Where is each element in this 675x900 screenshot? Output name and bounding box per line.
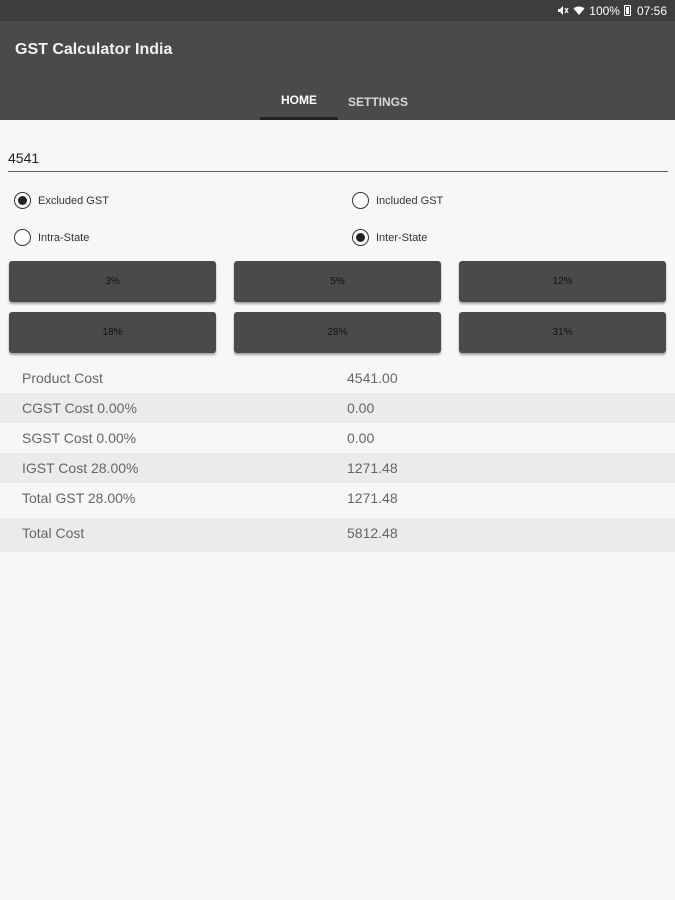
- result-value: 1271.48: [347, 460, 398, 476]
- result-label: IGST Cost 28.00%: [22, 460, 139, 476]
- rate-button-12[interactable]: 12%: [459, 261, 666, 302]
- results-table: Product Cost 4541.00 CGST Cost 0.00% 0.0…: [0, 363, 675, 552]
- result-value: 4541.00: [347, 370, 398, 386]
- result-row-cgst: CGST Cost 0.00% 0.00: [0, 393, 675, 423]
- result-value: 0.00: [347, 400, 375, 416]
- inter-state-option[interactable]: Inter-State: [352, 229, 427, 246]
- result-label: SGST Cost 0.00%: [22, 430, 137, 446]
- result-row-product-cost: Product Cost 4541.00: [0, 363, 675, 393]
- tab-home[interactable]: HOME: [260, 83, 338, 120]
- app-title: GST Calculator India: [15, 41, 173, 58]
- intra-state-radio[interactable]: [14, 229, 31, 246]
- included-gst-option[interactable]: Included GST: [352, 192, 443, 209]
- result-row-total-gst: Total GST 28.00% 1271.48: [0, 483, 675, 513]
- result-row-sgst: SGST Cost 0.00% 0.00: [0, 423, 675, 453]
- result-row-igst: IGST Cost 28.00% 1271.48: [0, 453, 675, 483]
- home-content: Excluded GST Included GST Intra-State In…: [0, 120, 675, 900]
- result-label: Total GST 28.00%: [22, 490, 136, 506]
- rate-button-3[interactable]: 3%: [9, 261, 216, 302]
- result-value: 5812.48: [347, 525, 398, 541]
- excluded-gst-radio[interactable]: [14, 192, 31, 209]
- rate-button-5[interactable]: 5%: [234, 261, 441, 302]
- result-label: Total Cost: [22, 525, 85, 541]
- inter-state-radio[interactable]: [352, 229, 369, 246]
- status-bar: 100% 07:56: [0, 0, 675, 21]
- app-bar: GST Calculator India HOME SETTINGS: [0, 21, 675, 120]
- battery-percent: 100%: [589, 3, 620, 18]
- result-row-total-cost: Total Cost 5812.48: [0, 518, 675, 552]
- result-label: CGST Cost 0.00%: [22, 400, 137, 416]
- mute-icon: [557, 5, 569, 16]
- result-label: Product Cost: [22, 370, 103, 386]
- battery-icon: [623, 5, 631, 16]
- inter-state-label: Inter-State: [376, 231, 428, 244]
- result-value: 1271.48: [347, 490, 398, 506]
- rate-button-28[interactable]: 28%: [234, 312, 441, 353]
- tab-settings[interactable]: SETTINGS: [338, 83, 418, 120]
- rate-button-18[interactable]: 18%: [9, 312, 216, 353]
- included-gst-radio[interactable]: [352, 192, 369, 209]
- intra-state-label: Intra-State: [38, 231, 90, 244]
- excluded-gst-option[interactable]: Excluded GST: [14, 192, 109, 209]
- wifi-icon: [573, 5, 585, 16]
- tab-bar: HOME SETTINGS: [260, 83, 418, 120]
- clock: 07:56: [636, 3, 667, 18]
- result-value: 0.00: [347, 430, 375, 446]
- amount-input[interactable]: [8, 144, 668, 172]
- rate-button-31[interactable]: 31%: [459, 312, 666, 353]
- intra-state-option[interactable]: Intra-State: [14, 229, 89, 246]
- excluded-gst-label: Excluded GST: [38, 194, 109, 207]
- included-gst-label: Included GST: [376, 194, 444, 207]
